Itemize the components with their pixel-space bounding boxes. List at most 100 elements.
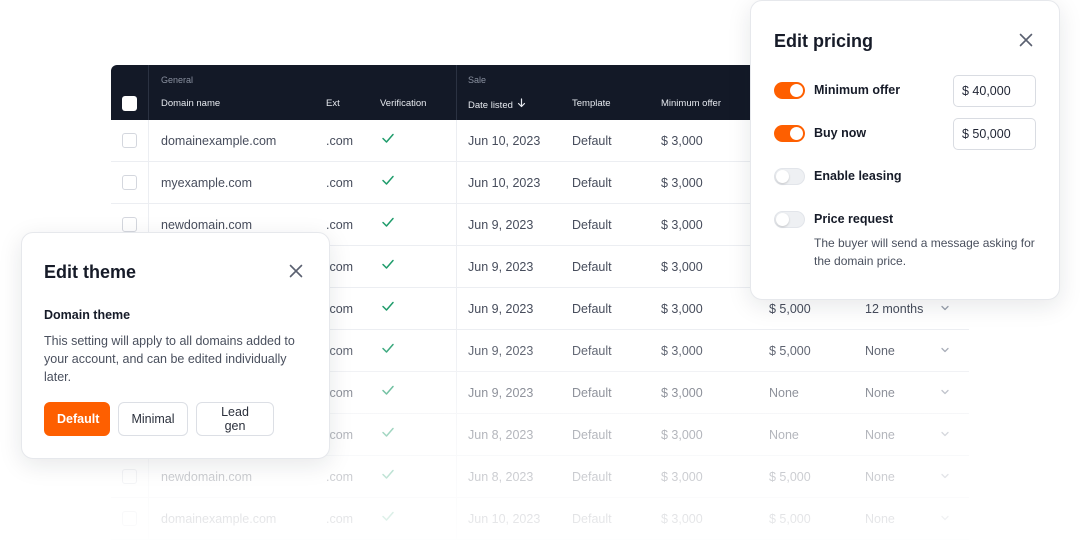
template-cell: Default (572, 512, 612, 526)
ext-cell: .com (326, 470, 354, 484)
date-listed-cell: Jun 9, 2023 (468, 218, 534, 232)
domain-name-cell: domainexample.com (161, 134, 277, 148)
check-icon (382, 469, 394, 479)
theme-minimal-button[interactable]: Minimal (118, 402, 188, 436)
edit-pricing-card: Edit pricing Minimum offer Buy now Enabl… (750, 0, 1060, 300)
ext-cell: .com (326, 512, 354, 526)
row-divider (148, 162, 149, 204)
row-checkbox[interactable] (122, 175, 137, 190)
edit-theme-card: Edit theme Domain theme This setting wil… (21, 232, 330, 459)
check-icon (382, 175, 394, 185)
ext-cell: .com (326, 302, 354, 316)
row-divider (456, 498, 457, 540)
column-header-min-offer[interactable]: Minimum offer (661, 98, 721, 109)
template-cell: Default (572, 470, 612, 484)
lease-cell: 12 months (865, 302, 924, 316)
column-header-domain[interactable]: Domain name (161, 98, 220, 109)
domain-name-cell: newdomain.com (161, 218, 253, 232)
close-icon[interactable] (287, 262, 305, 280)
min-offer-cell: $ 3,000 (661, 176, 703, 190)
buy-now-cell: $ 5,000 (769, 344, 811, 358)
column-header-date[interactable]: Date listed (468, 98, 526, 111)
min-offer-cell: $ 3,000 (661, 512, 703, 526)
buy-now-cell: None (769, 386, 799, 400)
domain-name-cell: myexample.com (161, 176, 252, 190)
column-header-date-label: Date listed (468, 100, 513, 111)
arrow-down-icon (517, 98, 525, 108)
column-header-template[interactable]: Template (572, 98, 611, 109)
chevron-down-icon[interactable] (940, 345, 950, 355)
buy-now-input[interactable] (953, 118, 1036, 150)
buy-now-cell: $ 5,000 (769, 512, 811, 526)
ext-cell: .com (326, 344, 354, 358)
ext-cell: .com (326, 386, 354, 400)
row-divider (148, 498, 149, 540)
check-icon (382, 259, 394, 269)
enable-leasing-label: Enable leasing (814, 169, 902, 183)
chevron-down-icon[interactable] (940, 429, 950, 439)
template-cell: Default (572, 176, 612, 190)
check-icon (382, 511, 394, 521)
select-all-checkbox[interactable] (122, 96, 137, 111)
template-cell: Default (572, 302, 612, 316)
min-offer-cell: $ 3,000 (661, 428, 703, 442)
template-cell: Default (572, 428, 612, 442)
header-divider (456, 65, 457, 120)
group-label-general: General (161, 75, 194, 85)
chevron-down-icon[interactable] (940, 471, 950, 481)
template-cell: Default (572, 344, 612, 358)
row-checkbox[interactable] (122, 133, 137, 148)
row-checkbox[interactable] (122, 217, 137, 232)
buy-now-cell: None (769, 428, 799, 442)
row-divider (148, 120, 149, 162)
domain-theme-description: This setting will apply to all domains a… (44, 334, 295, 384)
ext-cell: .com (326, 428, 354, 442)
close-icon[interactable] (1017, 31, 1035, 49)
chevron-down-icon[interactable] (940, 387, 950, 397)
domain-name-cell: domainexample.com (161, 512, 277, 526)
table-row[interactable]: newdomain.com .com Jun 8, 2023 Default $ 3,0… (111, 456, 969, 498)
column-header-ext[interactable]: Ext (326, 98, 340, 109)
date-listed-cell: Jun 9, 2023 (468, 386, 534, 400)
check-icon (382, 133, 394, 143)
row-checkbox[interactable] (122, 469, 137, 484)
row-checkbox[interactable] (122, 511, 137, 526)
min-offer-cell: $ 3,000 (661, 302, 703, 316)
template-cell: Default (572, 134, 612, 148)
row-divider (456, 456, 457, 498)
min-offer-cell: $ 3,000 (661, 344, 703, 358)
chevron-down-icon[interactable] (940, 513, 950, 523)
buy-now-toggle[interactable] (774, 125, 805, 142)
date-listed-cell: Jun 8, 2023 (468, 428, 534, 442)
price-request-description: The buyer will send a message asking for… (814, 236, 1035, 268)
ext-cell: .com (326, 176, 354, 190)
buy-now-cell: $ 5,000 (769, 302, 811, 316)
row-divider (456, 246, 457, 288)
row-divider (456, 288, 457, 330)
minimum-offer-label: Minimum offer (814, 83, 901, 97)
date-listed-cell: Jun 8, 2023 (468, 470, 534, 484)
row-divider (148, 456, 149, 498)
min-offer-cell: $ 3,000 (661, 386, 703, 400)
column-header-verification[interactable]: Verification (380, 98, 426, 109)
date-listed-cell: Jun 10, 2023 (468, 176, 541, 190)
minimum-offer-toggle[interactable] (774, 82, 805, 99)
price-request-label: Price request (814, 212, 894, 226)
toggle-knob (790, 84, 803, 97)
domain-name-cell: newdomain.com (161, 470, 253, 484)
domain-theme-heading: Domain theme (44, 308, 131, 322)
theme-lead-gen-button[interactable]: Lead gen (196, 402, 274, 436)
minimum-offer-input[interactable] (953, 75, 1036, 107)
date-listed-cell: Jun 9, 2023 (468, 344, 534, 358)
chevron-down-icon[interactable] (940, 303, 950, 313)
buy-now-label: Buy now (814, 126, 867, 140)
toggle-knob (776, 213, 789, 226)
lease-cell: None (865, 470, 895, 484)
date-listed-cell: Jun 10, 2023 (468, 512, 541, 526)
ext-cell: .com (326, 218, 354, 232)
theme-default-button[interactable]: Default (44, 402, 110, 436)
buy-now-cell: $ 5,000 (769, 470, 811, 484)
table-row[interactable]: domainexample.com .com Jun 10, 2023 Default… (111, 498, 969, 540)
enable-leasing-toggle[interactable] (774, 168, 805, 185)
price-request-toggle[interactable] (774, 211, 805, 228)
